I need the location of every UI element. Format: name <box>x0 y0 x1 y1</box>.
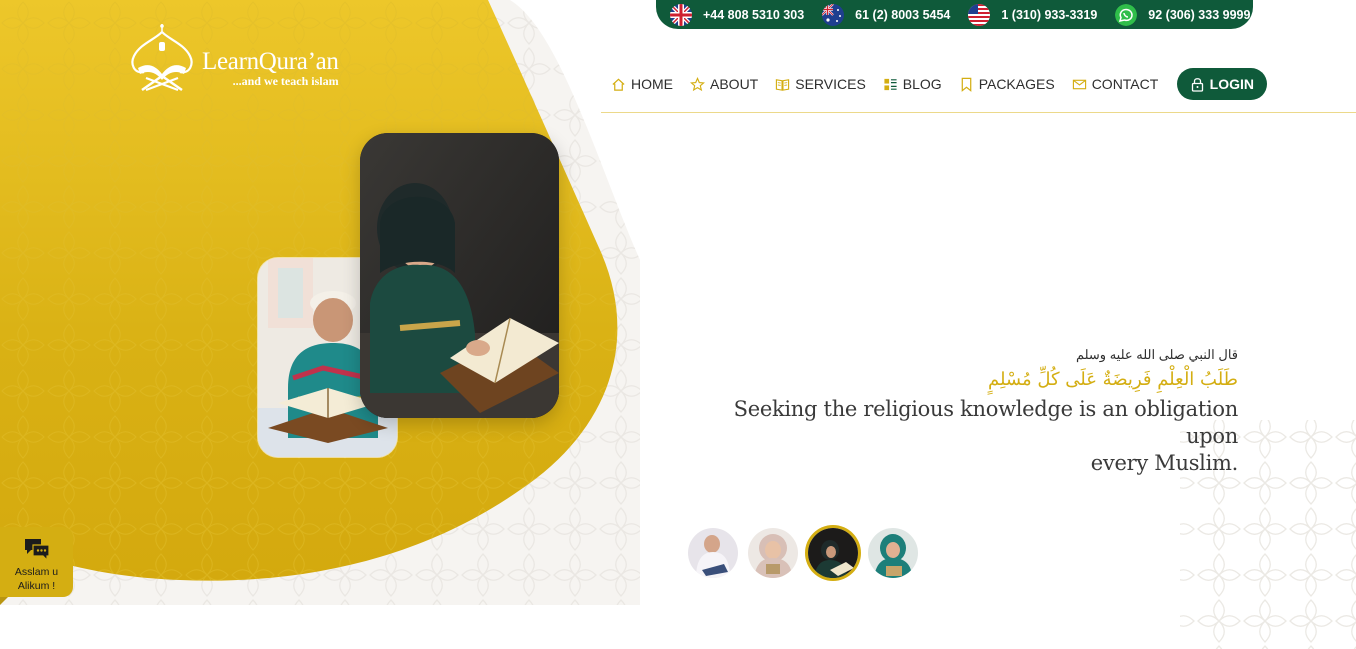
quote-arabic: طَلَبُ الْعِلْمِ فَرِيضَةٌ عَلَى كُلِّ م… <box>987 369 1238 390</box>
lock-icon <box>1191 77 1203 92</box>
brand-tagline: ...and we teach islam <box>232 74 339 88</box>
slider-thumb-2[interactable] <box>748 528 798 578</box>
quote-english: Seeking the religious knowledge is an ob… <box>678 396 1239 477</box>
book-icon <box>776 78 790 91</box>
australia-flag-icon <box>822 3 845 26</box>
quote-english-line1: Seeking the religious knowledge is an ob… <box>733 397 1239 448</box>
quote-attribution: قال النبي صلى الله عليه وسلم <box>1075 347 1238 362</box>
nav-item-about[interactable]: ABOUT <box>690 76 758 92</box>
phone-australia[interactable]: 61 (2) 8003 5454 <box>822 3 951 26</box>
quran-stand-logo-icon <box>131 24 193 92</box>
chat-bubbles-icon <box>24 539 50 561</box>
phone-usa[interactable]: 1 (310) 933-3319 <box>968 3 1098 26</box>
whatsapp-icon <box>1115 3 1138 26</box>
phone-number-whatsapp: 92 (306) 333 9999 <box>1148 7 1251 22</box>
home-icon <box>612 78 625 91</box>
hero-quote: قال النبي صلى الله عليه وسلم طَلَبُ الْع… <box>678 347 1239 477</box>
nav-item-home[interactable]: HOME <box>611 76 673 92</box>
nav-label-about: ABOUT <box>710 76 759 92</box>
quote-english-line2: every Muslim. <box>1090 451 1239 475</box>
usa-flag-icon <box>968 3 991 26</box>
nav-label-services: SERVICES <box>795 76 866 92</box>
site-logo[interactable]: LearnQura’an ...and we teach islam <box>126 22 339 94</box>
login-label: LOGIN <box>1209 76 1254 92</box>
bookmark-icon <box>961 77 972 92</box>
main-nav: HOME ABOUT SERVICES BLOG PACKAGES CONTAC… <box>611 68 1268 100</box>
login-button[interactable]: LOGIN <box>1177 68 1268 100</box>
star-icon <box>690 76 705 91</box>
nav-divider <box>601 112 1356 113</box>
nav-label-packages: PACKAGES <box>978 76 1055 92</box>
phone-number-uk: +44 808 5310 303 <box>703 7 805 22</box>
uk-flag-icon <box>670 3 692 26</box>
nav-item-contact[interactable]: CONTACT <box>1072 76 1159 92</box>
phone-number-australia: 61 (2) 8003 5454 <box>855 7 951 22</box>
phone-bar: +44 808 5310 303 61 (2) 8003 5454 1 (310… <box>656 0 1253 29</box>
slider-thumb-3-active[interactable] <box>808 528 858 578</box>
nav-label-blog: BLOG <box>902 76 942 92</box>
phone-number-usa: 1 (310) 933-3319 <box>1001 7 1098 22</box>
slider-thumbnails <box>688 528 928 578</box>
mail-icon <box>1072 79 1086 89</box>
hero-photo-girl-reading <box>360 133 559 418</box>
nav-item-services[interactable]: SERVICES <box>775 76 866 92</box>
nav-label-home: HOME <box>631 76 673 92</box>
list-icon <box>884 78 897 90</box>
nav-item-packages[interactable]: PACKAGES <box>959 76 1055 92</box>
chat-tail <box>0 597 8 605</box>
phone-whatsapp[interactable]: 92 (306) 333 9999 <box>1115 3 1251 26</box>
brand-name: LearnQura’an <box>202 48 339 75</box>
chat-label: Asslam u Alikum ! <box>14 566 59 592</box>
chat-widget-button[interactable]: Asslam u Alikum ! <box>0 527 73 597</box>
nav-item-blog[interactable]: BLOG <box>883 76 942 92</box>
slider-thumb-4[interactable] <box>868 528 918 578</box>
page: LearnQura’an ...and we teach islam +44 8… <box>0 0 1356 649</box>
phone-uk[interactable]: +44 808 5310 303 <box>670 3 805 26</box>
slider-thumb-1[interactable] <box>688 528 738 578</box>
nav-label-contact: CONTACT <box>1091 76 1159 92</box>
